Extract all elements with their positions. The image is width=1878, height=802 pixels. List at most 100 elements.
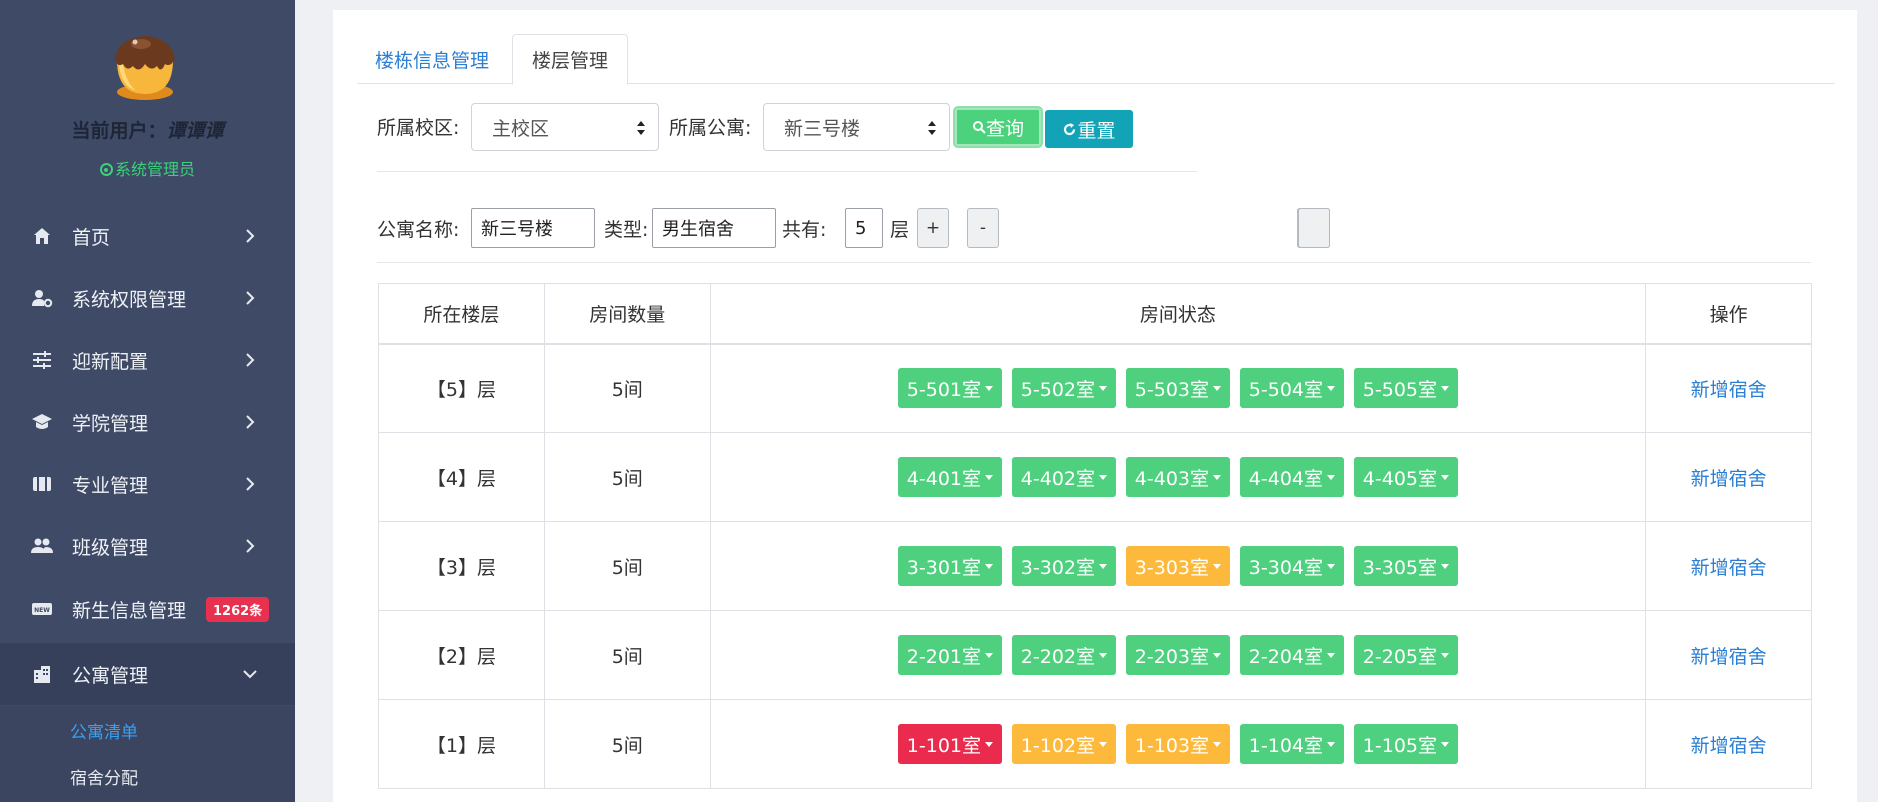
reset-button[interactable]: 重置	[1045, 110, 1133, 148]
search-icon	[972, 121, 986, 134]
room-label: 4-403室	[1134, 467, 1210, 490]
caret-down-icon	[1099, 652, 1108, 658]
floor-count-input[interactable]: 5	[845, 208, 883, 248]
table-row: 【2】层 5间 2-201室 2-202室 2-203室 2-204室 2-205室 新增宿舍	[378, 610, 1812, 700]
caret-down-icon	[1099, 563, 1108, 569]
remove-floor-button[interactable]: -	[967, 208, 999, 248]
sidebar-item-home[interactable]: 首页	[0, 205, 295, 267]
room-label: 3-303室	[1134, 556, 1210, 579]
sidebar-item-label: 学院管理	[72, 412, 149, 435]
add-floor-button[interactable]: +	[917, 208, 949, 248]
user-role: 系统管理员	[0, 156, 295, 180]
room-dropdown-button[interactable]: 5-504室	[1239, 368, 1344, 409]
room-dropdown-button[interactable]: 1-102室	[1011, 724, 1116, 764]
campus-select-value: 主校区	[492, 117, 550, 140]
apartment-select[interactable]: 新三号楼	[763, 103, 950, 151]
sidebar-item-welcome-config[interactable]: 迎新配置	[0, 329, 295, 391]
caret-down-icon	[1213, 385, 1222, 391]
floor-cell: 【4】层	[378, 432, 545, 522]
room-dropdown-button[interactable]: 2-202室	[1011, 635, 1116, 675]
floor-total-label: 共有:	[782, 219, 827, 241]
room-label: 2-204室	[1248, 645, 1324, 668]
tab-building-info[interactable]: 楼栋信息管理	[357, 34, 507, 85]
user-panel: 当前用户：谭谭谭 系统管理员	[0, 0, 295, 200]
submenu-item-dorm-assign[interactable]: 宿舍分配	[70, 764, 138, 789]
caret-down-icon	[1327, 563, 1336, 569]
add-dorm-link[interactable]: 新增宿舍	[1691, 468, 1767, 490]
sidebar-item-label: 专业管理	[72, 474, 149, 497]
reset-button-label: 重置	[1077, 119, 1116, 142]
room-label: 5-501室	[906, 378, 982, 401]
caret-down-icon	[985, 385, 994, 391]
tab-floor-management[interactable]: 楼层管理	[512, 34, 628, 85]
room-dropdown-button[interactable]: 2-204室	[1239, 635, 1344, 675]
sidebar-item-label: 首页	[72, 226, 111, 249]
refresh-icon	[1064, 122, 1076, 135]
room-dropdown-button[interactable]: 4-401室	[897, 457, 1002, 497]
room-label: 5-505室	[1362, 378, 1438, 401]
room-dropdown-button[interactable]: 4-402室	[1011, 457, 1116, 497]
caret-down-icon	[1213, 741, 1222, 747]
room-dropdown-button[interactable]: 3-303室	[1125, 546, 1230, 586]
room-label: 3-304室	[1248, 556, 1324, 579]
home-icon	[30, 224, 54, 248]
caret-down-icon	[1441, 385, 1450, 391]
table-row: 【5】层 5间 5-501室 5-502室 5-503室 5-504室 5-505室 新增宿舍	[378, 343, 1812, 433]
room-dropdown-button[interactable]: 5-505室	[1353, 368, 1458, 409]
room-dropdown-button[interactable]: 5-501室	[897, 368, 1002, 409]
add-dorm-link[interactable]: 新增宿舍	[1691, 379, 1767, 401]
apartment-type-input[interactable]: 男生宿舍	[652, 208, 776, 248]
room-label: 1-102室	[1020, 734, 1096, 757]
room-status-cell: 3-301室 3-302室 3-303室 3-304室 3-305室	[709, 521, 1647, 611]
room-label: 1-104室	[1248, 734, 1324, 757]
room-dropdown-button[interactable]: 2-201室	[897, 635, 1002, 675]
table-row: 【4】层 5间 4-401室 4-402室 4-403室 4-404室 4-405室 新增宿舍	[378, 432, 1812, 522]
room-dropdown-button[interactable]: 2-205室	[1353, 635, 1458, 675]
room-dropdown-button[interactable]: 2-203室	[1125, 635, 1230, 675]
graduation-cap-icon	[30, 410, 54, 434]
room-dropdown-button[interactable]: 3-305室	[1353, 546, 1458, 586]
submenu-item-apartment-list[interactable]: 公寓清单	[70, 718, 138, 743]
chevron-right-icon	[246, 353, 255, 367]
group-icon	[30, 534, 54, 558]
room-dropdown-button[interactable]: 4-404室	[1239, 457, 1344, 497]
room-dropdown-button[interactable]: 4-403室	[1125, 457, 1230, 497]
campus-select[interactable]: 主校区	[471, 103, 659, 151]
caret-down-icon	[985, 563, 994, 569]
caret-down-icon	[985, 652, 994, 658]
sidebar-item-college[interactable]: 学院管理	[0, 391, 295, 453]
room-label: 5-502室	[1020, 378, 1096, 401]
floor-cell: 【1】层	[378, 699, 545, 789]
room-dropdown-button[interactable]: 3-302室	[1011, 546, 1116, 586]
sidebar-item-apartment[interactable]: 公寓管理	[0, 643, 295, 705]
building-icon	[30, 662, 54, 686]
sidebar-item-major[interactable]: 专业管理	[0, 453, 295, 515]
caret-down-icon	[1213, 652, 1222, 658]
room-dropdown-button[interactable]: 4-405室	[1353, 457, 1458, 497]
add-dorm-link[interactable]: 新增宿舍	[1691, 735, 1767, 757]
room-count-cell: 5间	[543, 521, 711, 611]
room-label: 4-401室	[906, 467, 982, 490]
room-dropdown-button[interactable]: 1-105室	[1353, 724, 1458, 764]
divider	[377, 262, 1811, 263]
room-dropdown-button[interactable]: 5-502室	[1011, 368, 1116, 409]
query-button[interactable]: 查询	[955, 108, 1041, 146]
sidebar-item-label: 系统权限管理	[72, 288, 187, 311]
apartment-name-input[interactable]: 新三号楼	[471, 208, 595, 248]
room-status-cell: 1-101室 1-102室 1-103室 1-104室 1-105室	[709, 699, 1647, 789]
room-count-cell: 5间	[543, 699, 711, 789]
add-dorm-link[interactable]: 新增宿舍	[1691, 646, 1767, 668]
sidebar-item-permissions[interactable]: 系统权限管理	[0, 267, 295, 329]
room-dropdown-button[interactable]: 5-503室	[1125, 368, 1230, 409]
room-dropdown-button[interactable]: 1-103室	[1125, 724, 1230, 764]
column-header-actions: 操作	[1645, 283, 1812, 344]
sidebar-item-label: 迎新配置	[72, 350, 149, 373]
room-dropdown-button[interactable]: 1-101室	[897, 724, 1002, 764]
sliders-icon	[30, 348, 54, 372]
add-dorm-link[interactable]: 新增宿舍	[1691, 557, 1767, 579]
room-dropdown-button[interactable]: 3-301室	[897, 546, 1002, 586]
room-dropdown-button[interactable]: 1-104室	[1239, 724, 1344, 764]
sidebar-item-class[interactable]: 班级管理	[0, 515, 295, 577]
sidebar-item-student-info[interactable]: NEW 新生信息管理 1262条	[0, 578, 295, 640]
room-dropdown-button[interactable]: 3-304室	[1239, 546, 1344, 586]
